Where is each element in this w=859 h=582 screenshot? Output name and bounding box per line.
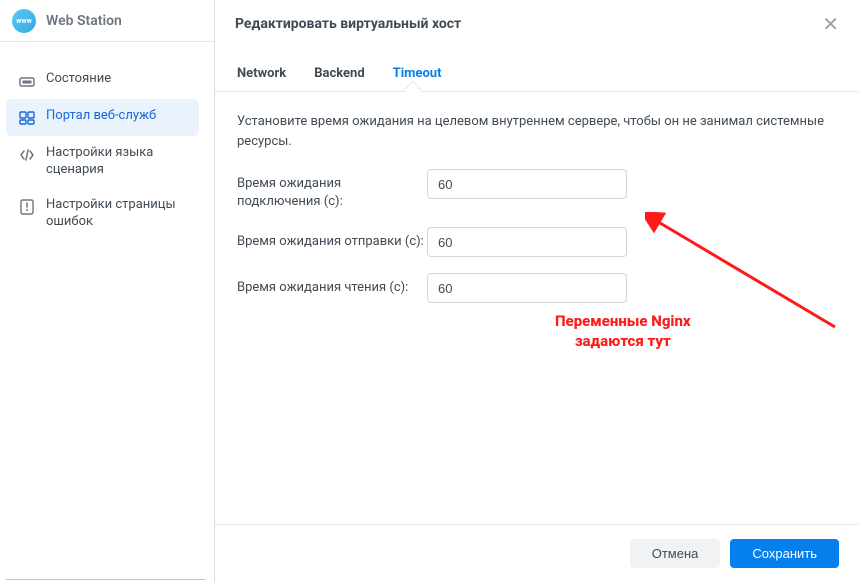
tab-description: Установите время ожидания на целевом вну… (237, 112, 837, 151)
tab-network[interactable]: Network (235, 58, 288, 91)
modal-title: Редактировать виртуальный хост (235, 16, 461, 32)
read-timeout-input[interactable] (427, 273, 627, 303)
send-timeout-input[interactable] (427, 227, 627, 257)
sidebar-item-label: Состояние (46, 71, 189, 88)
modal-body: Установите время ожидания на целевом вну… (215, 92, 859, 524)
sidebar-item-label: Настройки страницы ошибок (46, 197, 189, 231)
portal-icon (18, 109, 36, 127)
sidebar-item-script-lang[interactable]: Настройки языка сценария (0, 136, 205, 188)
divider (6, 579, 206, 580)
sidebar: Состояние Портал веб-служб Настройки язы… (0, 42, 205, 582)
close-icon[interactable]: ✕ (822, 14, 839, 34)
status-icon (18, 72, 36, 90)
annotation-text: Переменные Nginxзадаются тут (555, 312, 691, 351)
cancel-button[interactable]: Отмена (630, 539, 721, 568)
app-logo-icon (12, 9, 36, 33)
code-icon (18, 146, 36, 164)
save-button[interactable]: Сохранить (730, 539, 839, 568)
app-title: Web Station (46, 13, 122, 29)
send-timeout-label: Время ожидания отправки (с): (237, 227, 427, 251)
connect-timeout-input[interactable] (427, 169, 627, 199)
form-row-read-timeout: Время ожидания чтения (с): (237, 273, 837, 303)
error-page-icon (18, 198, 36, 216)
tab-backend[interactable]: Backend (312, 58, 366, 91)
form-row-connect-timeout: Время ожидания подключения (с): (237, 169, 837, 211)
modal-tabs: Network Backend Timeout (215, 58, 859, 92)
connect-timeout-label: Время ожидания подключения (с): (237, 169, 427, 211)
sidebar-item-status[interactable]: Состояние (0, 62, 205, 99)
modal-header: Редактировать виртуальный хост ✕ (215, 0, 859, 48)
read-timeout-label: Время ожидания чтения (с): (237, 273, 427, 297)
sidebar-item-portal[interactable]: Портал веб-служб (6, 99, 199, 136)
form-row-send-timeout: Время ожидания отправки (с): (237, 227, 837, 257)
edit-virtual-host-modal: Редактировать виртуальный хост ✕ Network… (214, 0, 859, 582)
sidebar-item-label: Портал веб-служб (46, 108, 183, 125)
tab-timeout[interactable]: Timeout (391, 58, 444, 91)
sidebar-item-label: Настройки языка сценария (46, 145, 189, 179)
modal-footer: Отмена Сохранить (215, 524, 859, 582)
sidebar-item-error-pages[interactable]: Настройки страницы ошибок (0, 188, 205, 240)
